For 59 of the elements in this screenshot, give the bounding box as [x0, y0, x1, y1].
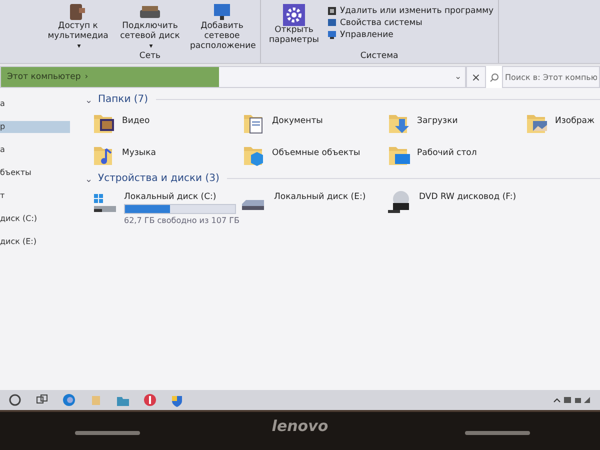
drive-item[interactable]: DVD RW дисковод (F:): [387, 190, 525, 226]
nav-item[interactable]: а: [0, 98, 70, 110]
drive-icon: [242, 200, 264, 210]
shield-icon[interactable]: [170, 393, 184, 407]
ribbon-button[interactable]: Добавить сетевое расположение: [188, 2, 256, 52]
group-label: Система: [360, 51, 398, 64]
folder-item[interactable]: Объемные объекты: [242, 143, 387, 168]
nav-item[interactable]: диск (E:): [0, 236, 70, 248]
breadcrumb-separator[interactable]: ›: [84, 72, 88, 82]
browser-icon[interactable]: [62, 393, 76, 407]
folder-item[interactable]: Документы: [242, 111, 387, 136]
yandex-circle-icon[interactable]: [143, 393, 157, 407]
open-settings-button[interactable]: Открыть параметры: [265, 2, 323, 52]
drive-item[interactable]: Локальный диск (C:) 62,7 ГБ свободно из 107 ГБ: [92, 190, 242, 226]
folder-label: Документы: [272, 115, 323, 126]
nav-item[interactable]: бъекты: [0, 167, 70, 180]
drive-label: Локальный диск (C:): [124, 192, 218, 202]
ribbon-button[interactable]: Удалить или изменить программу: [327, 6, 494, 16]
tray-icons-drawing: [552, 395, 592, 405]
drive-item[interactable]: Локальный диск (E:): [242, 190, 387, 226]
free-space-text: 62,7 ГБ свободно из 107 ГБ: [124, 216, 240, 226]
folder-label: Музыка: [122, 147, 156, 158]
search-icon: [490, 72, 499, 82]
search-field[interactable]: Поиск в: Этот компью: [502, 66, 600, 88]
group-label: Сеть: [139, 51, 161, 64]
folder-label: Рабочий стол: [417, 147, 477, 158]
collapse-chevron[interactable]: ⌄: [84, 94, 94, 105]
section-header[interactable]: Устройства и диски (3): [98, 173, 220, 184]
program-icon: [327, 6, 337, 16]
monitor-icon: [327, 30, 337, 40]
folder-item[interactable]: Рабочий стол: [387, 143, 525, 168]
folder-label: Видео: [122, 115, 150, 126]
speaker-grille: [75, 431, 140, 435]
collapse-chevron[interactable]: ⌄: [84, 174, 94, 184]
drive-label: DVD RW дисковод (F:): [419, 192, 516, 202]
nav-item[interactable]: р: [0, 121, 70, 134]
folder-item[interactable]: Изображ: [525, 111, 595, 136]
drive-label: Локальный диск (E:): [274, 192, 366, 202]
brand-logo: lenovo: [272, 417, 328, 435]
nav-item[interactable]: диск (C:): [0, 213, 70, 226]
ribbon-button[interactable]: Управление: [327, 30, 494, 40]
clear-button[interactable]: ×: [466, 66, 486, 88]
folder-label: Загрузки: [417, 115, 458, 126]
address-field[interactable]: Этот компьютер › ⌄: [0, 66, 466, 88]
gear-icon: [283, 4, 305, 26]
folder-label: Изображ: [555, 115, 595, 126]
folder-item[interactable]: Загрузки: [387, 111, 525, 136]
nav-item[interactable]: т: [0, 190, 70, 202]
system-icon: [327, 18, 337, 28]
ribbon-button[interactable]: Свойства системы: [327, 18, 494, 28]
speaker-grille: [465, 431, 530, 435]
monitor-icon: [211, 2, 233, 22]
folder-label: Объемные объекты: [272, 147, 360, 158]
section-header[interactable]: Папки (7): [98, 94, 148, 106]
address-path[interactable]: Этот компьютер: [7, 72, 81, 82]
nav-item[interactable]: а: [0, 144, 70, 156]
folder-item[interactable]: Видео: [92, 111, 242, 136]
folder-item[interactable]: Музыка: [92, 143, 242, 168]
dropdown-button[interactable]: ⌄: [451, 72, 465, 82]
